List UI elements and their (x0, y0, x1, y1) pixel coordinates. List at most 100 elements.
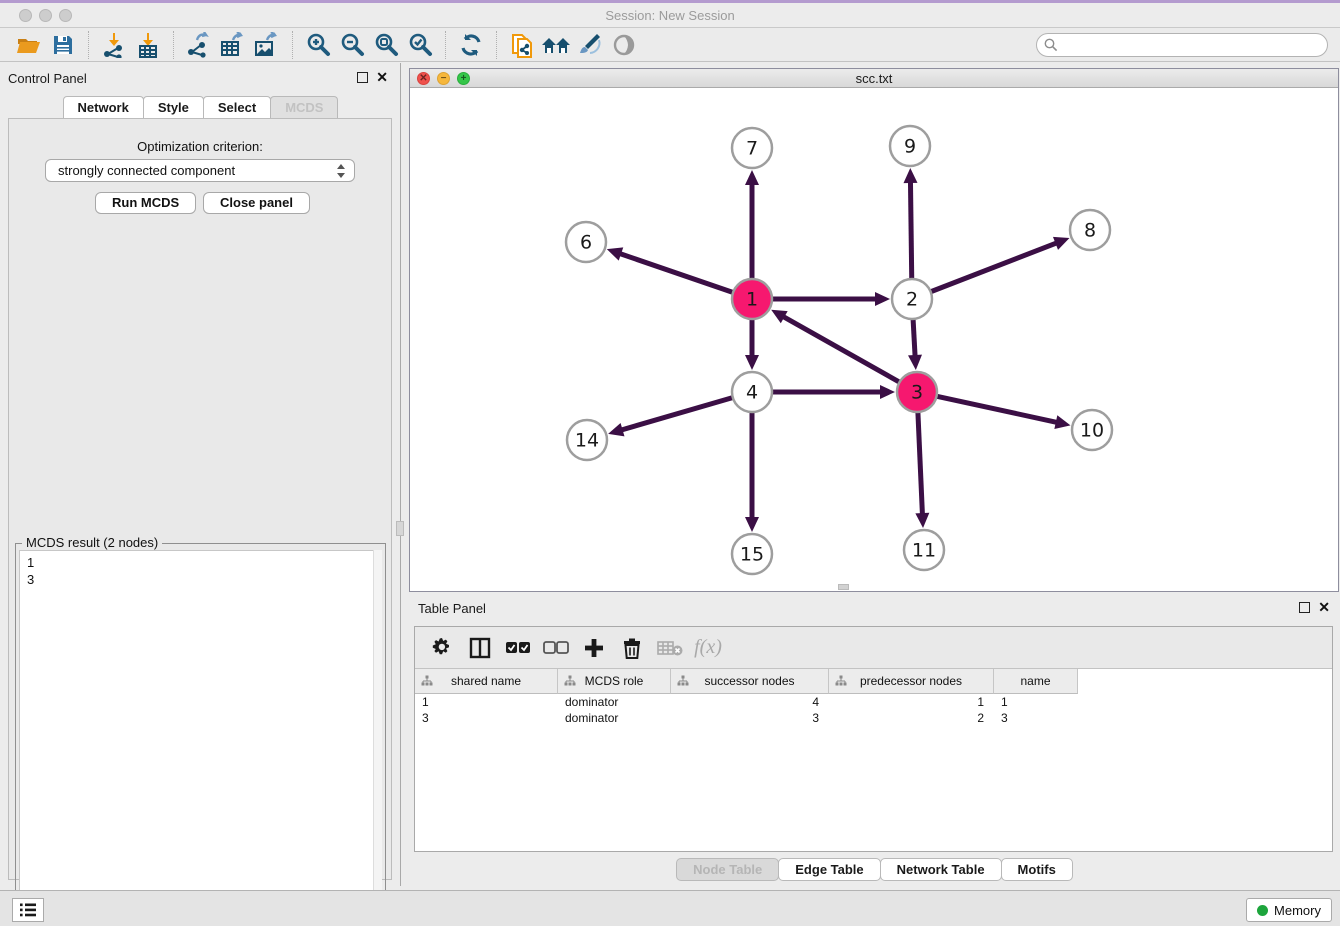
graph-edge-1-6[interactable] (618, 253, 735, 293)
import-network-icon (101, 32, 127, 58)
apply-layout-button[interactable] (454, 30, 488, 60)
close-panel-icon[interactable]: ✕ (376, 69, 388, 85)
graph-edge-arrowhead (745, 355, 759, 370)
mcds-result-scrollbar[interactable] (373, 550, 382, 918)
graph-edge-arrowhead (875, 292, 890, 306)
column-attribute-icon (421, 675, 433, 687)
table-panel-tabs: Node TableEdge TableNetwork TableMotifs (408, 858, 1340, 881)
network-window-titlebar[interactable]: ✕ − + scc.txt (410, 69, 1338, 88)
table-row[interactable]: 1dominator411 (415, 694, 1332, 710)
panel-splitter-grip[interactable] (396, 521, 404, 536)
graph-edge-2-3[interactable] (913, 317, 915, 358)
create-column-button[interactable] (579, 633, 609, 663)
column-header-successor-nodes[interactable]: successor nodes (671, 669, 829, 694)
graph-edge-2-8[interactable] (929, 242, 1059, 292)
float-panel-icon[interactable] (357, 72, 368, 83)
search-icon (1044, 38, 1058, 52)
import-table-button[interactable] (131, 30, 165, 60)
node-table-container: f(x) shared nameMCDS role successor nodes… (414, 626, 1333, 852)
column-header-label: name (1020, 674, 1050, 688)
tab-network-table[interactable]: Network Table (880, 858, 1002, 881)
optimization-criterion-label: Optimization criterion: (9, 139, 391, 154)
column-header-shared-name[interactable]: shared name (415, 669, 558, 694)
toolbar-separator (292, 31, 293, 59)
tab-motifs[interactable]: Motifs (1001, 858, 1073, 881)
graph-node-label: 14 (575, 430, 599, 452)
table-cell: 1 (415, 694, 558, 710)
table-row[interactable]: 3dominator323 (415, 710, 1332, 726)
table-cell: 3 (415, 710, 558, 726)
network-canvas[interactable]: 7968124314101511 (410, 89, 1338, 591)
graph-node-label: 11 (912, 540, 936, 562)
network-graph: 7968124314101511 (410, 89, 1338, 591)
select-all-columns-button[interactable] (503, 633, 533, 663)
mcds-result-fieldset: MCDS result (2 nodes) 1 3 (15, 543, 386, 922)
show-graphics-details-button[interactable] (573, 30, 607, 60)
zoom-fit-button[interactable] (369, 30, 403, 60)
table-cell: 3 (994, 710, 1078, 726)
export-table-button[interactable] (216, 30, 250, 60)
plus-icon (583, 637, 605, 659)
split-columns-button[interactable] (465, 633, 495, 663)
run-mcds-button[interactable]: Run MCDS (95, 192, 196, 214)
export-table-icon (219, 32, 247, 58)
export-image-button[interactable] (250, 30, 284, 60)
delete-table-button (655, 633, 685, 663)
tab-style[interactable]: Style (143, 96, 204, 118)
close-panel-button[interactable]: Close panel (203, 192, 310, 214)
home-button[interactable] (539, 30, 573, 60)
tab-edge-table[interactable]: Edge Table (778, 858, 880, 881)
graph-edge-arrowhead (1054, 415, 1070, 429)
task-history-button[interactable] (12, 898, 44, 922)
export-network-button[interactable] (182, 30, 216, 60)
control-panel-tabs: NetworkStyleSelectMCDS (0, 96, 400, 118)
memory-button[interactable]: Memory (1246, 898, 1332, 922)
graph-edge-3-10[interactable] (935, 396, 1059, 423)
graph-node-label: 6 (580, 232, 592, 254)
open-session-button[interactable] (12, 30, 46, 60)
graph-edge-3-11[interactable] (918, 410, 923, 516)
zoom-selected-button[interactable] (403, 30, 437, 60)
graph-edge-arrowhead (745, 170, 759, 185)
tab-network[interactable]: Network (63, 96, 144, 118)
table-cell: 1 (994, 694, 1078, 710)
float-table-panel-icon[interactable] (1299, 602, 1310, 613)
network-hscrollbar-thumb[interactable] (838, 584, 849, 590)
graph-edge-4-14[interactable] (620, 397, 735, 430)
fx-icon: f(x) (694, 636, 722, 659)
column-header-name[interactable]: name (994, 669, 1078, 694)
column-header-label: predecessor nodes (860, 674, 962, 688)
gear-icon (431, 637, 453, 659)
tab-select[interactable]: Select (203, 96, 271, 118)
delete-column-button[interactable] (617, 633, 647, 663)
optimization-criterion-select[interactable]: strongly connected component (45, 159, 355, 182)
control-panel-header: Control Panel ✕ (0, 63, 400, 93)
deselect-all-columns-button[interactable] (541, 633, 571, 663)
close-table-panel-icon[interactable]: ✕ (1318, 599, 1330, 615)
column-header-predecessor-nodes[interactable]: predecessor nodes (829, 669, 994, 694)
save-session-button[interactable] (46, 30, 80, 60)
graph-edge-arrowhead (745, 517, 759, 532)
zoom-out-button[interactable] (335, 30, 369, 60)
column-header-label: successor nodes (704, 674, 794, 688)
graph-node-label: 10 (1080, 420, 1104, 442)
column-header-MCDS-role[interactable]: MCDS role (558, 669, 671, 694)
titlebar: Session: New Session (0, 3, 1340, 28)
refresh-icon (458, 32, 484, 58)
zoom-selected-icon (407, 32, 433, 58)
zoom-fit-icon (373, 32, 399, 58)
graph-node-label: 15 (740, 544, 764, 566)
graph-node-label: 4 (746, 382, 758, 404)
graph-edge-3-1[interactable] (782, 316, 902, 383)
tab-mcds[interactable]: MCDS (270, 96, 338, 118)
duplicate-network-button[interactable] (505, 30, 539, 60)
import-network-button[interactable] (97, 30, 131, 60)
graph-node-label: 8 (1084, 220, 1096, 242)
mcds-result-textarea[interactable]: 1 3 (19, 550, 382, 918)
table-settings-button[interactable] (427, 633, 457, 663)
home-icon (540, 33, 572, 57)
zoom-in-button[interactable] (301, 30, 335, 60)
search-input[interactable] (1036, 33, 1328, 57)
tab-node-table[interactable]: Node Table (676, 858, 779, 881)
graph-edge-2-9[interactable] (910, 180, 911, 281)
